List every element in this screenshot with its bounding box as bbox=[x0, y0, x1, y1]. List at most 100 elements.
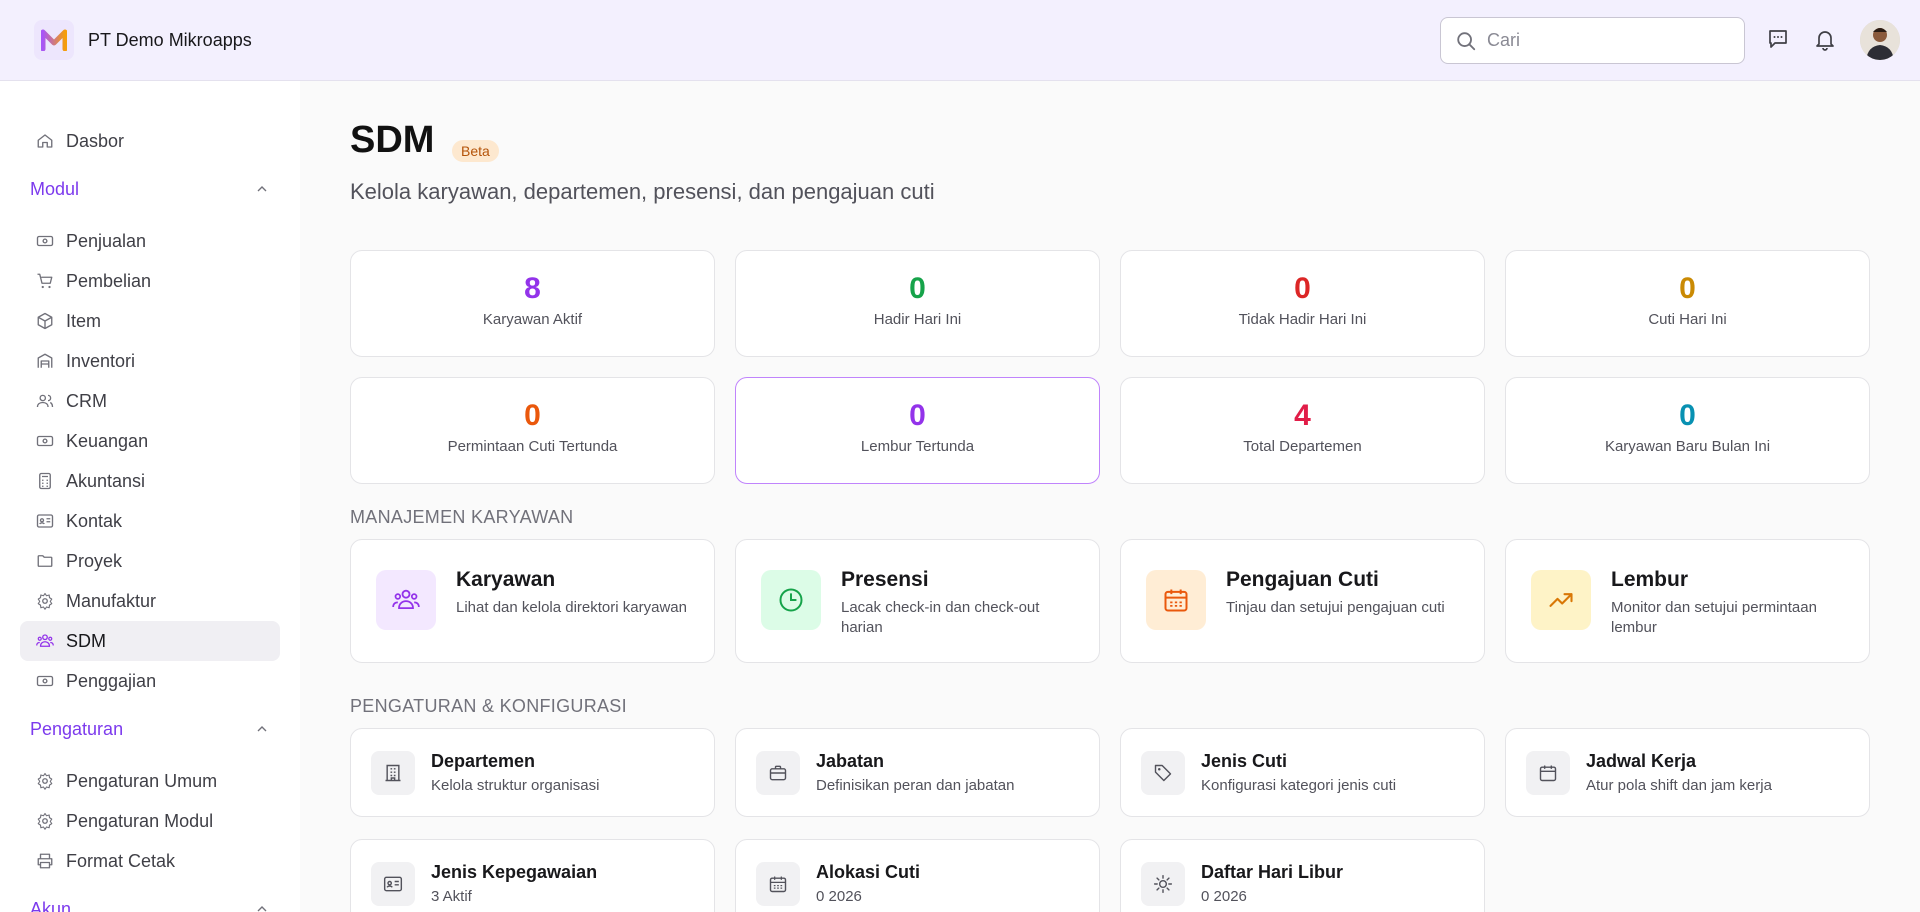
main-content: SDM Beta Kelola karyawan, departemen, pr… bbox=[300, 81, 1920, 912]
config-card-jabatan[interactable]: Jabatan Definisikan peran dan jabatan bbox=[735, 728, 1100, 817]
stat-value: 0 bbox=[1294, 272, 1311, 305]
config-card-jenis-cuti[interactable]: Jenis Cuti Konfigurasi kategori jenis cu… bbox=[1120, 728, 1485, 817]
stat-label: Cuti Hari Ini bbox=[1648, 311, 1727, 328]
card-pengajuan-cuti[interactable]: Pengajuan Cuti Tinjau dan setujui pengaj… bbox=[1120, 539, 1485, 663]
sidebar-item-label: Proyek bbox=[66, 550, 123, 571]
card-description: Konfigurasi kategori jenis cuti bbox=[1201, 777, 1397, 794]
card-description: Atur pola shift dan jam kerja bbox=[1586, 777, 1772, 794]
user-avatar[interactable] bbox=[1860, 20, 1900, 60]
card-description: Lacak check-in dan check-out harian bbox=[841, 599, 1040, 636]
stat-label: Tidak Hadir Hari Ini bbox=[1238, 311, 1367, 328]
sidebar-item-label: Pembelian bbox=[66, 270, 152, 291]
card-presensi[interactable]: Presensi Lacak check-in dan check-out ha… bbox=[735, 539, 1100, 663]
sidebar-item-label: CRM bbox=[66, 390, 107, 411]
card-title: Alokasi Cuti bbox=[816, 862, 921, 882]
page-title: SDM bbox=[350, 119, 435, 161]
config-card-daftar-hari-libur[interactable]: Daftar Hari Libur 0 2026 bbox=[1120, 839, 1485, 912]
cart-icon bbox=[34, 270, 56, 292]
company-logo[interactable] bbox=[34, 20, 74, 60]
sidebar-item-crm[interactable]: CRM bbox=[20, 381, 280, 421]
config-card-alokasi-cuti[interactable]: Alokasi Cuti 0 2026 bbox=[735, 839, 1100, 912]
search-icon bbox=[1457, 31, 1476, 50]
stat-card-karyawan-aktif[interactable]: 8 Karyawan Aktif bbox=[350, 250, 715, 357]
config-card-jenis-kepegawaian[interactable]: Jenis Kepegawaian 3 Aktif bbox=[350, 839, 715, 912]
printer-icon bbox=[34, 850, 56, 872]
stat-card-cuti-hari-ini[interactable]: 0 Cuti Hari Ini bbox=[1505, 250, 1870, 357]
card-karyawan[interactable]: Karyawan Lihat dan kelola direktori kary… bbox=[350, 539, 715, 663]
search-input[interactable] bbox=[1487, 30, 1727, 51]
calendar-icon bbox=[1526, 751, 1570, 795]
sidebar-item-label: Penggajian bbox=[66, 670, 157, 691]
stat-label: Total Departemen bbox=[1243, 438, 1362, 455]
section-label: Akun bbox=[30, 898, 72, 912]
users-icon bbox=[34, 390, 56, 412]
card-description: Tinjau dan setujui pengajuan cuti bbox=[1226, 599, 1445, 616]
config-card-departemen[interactable]: Departemen Kelola struktur organisasi bbox=[350, 728, 715, 817]
card-title: Daftar Hari Libur bbox=[1201, 862, 1344, 882]
sidebar-item-proyek[interactable]: Proyek bbox=[20, 541, 280, 581]
card-title: Karyawan bbox=[456, 568, 556, 591]
logo-m-icon bbox=[41, 29, 67, 51]
notification-button[interactable] bbox=[1812, 26, 1838, 52]
gear-icon bbox=[34, 810, 56, 832]
card-description: Lihat dan kelola direktori karyawan bbox=[456, 599, 687, 616]
sidebar: Dasbor Modul Penjualan Pembelian Item In… bbox=[0, 81, 300, 912]
team-icon bbox=[376, 570, 436, 630]
sun-icon bbox=[1141, 862, 1185, 906]
sidebar-item-label: SDM bbox=[66, 630, 106, 651]
sidebar-item-inventori[interactable]: Inventori bbox=[20, 341, 280, 381]
card-lembur[interactable]: Lembur Monitor dan setujui permintaan le… bbox=[1505, 539, 1870, 663]
home-icon bbox=[34, 130, 56, 152]
sidebar-section-modul[interactable]: Modul bbox=[30, 174, 270, 204]
sidebar-item-pembelian[interactable]: Pembelian bbox=[20, 261, 280, 301]
chevron-up-icon bbox=[257, 186, 267, 192]
search-box[interactable] bbox=[1440, 17, 1745, 64]
sidebar-item-format-cetak[interactable]: Format Cetak bbox=[20, 841, 280, 881]
clock-icon bbox=[761, 570, 821, 630]
stat-value: 4 bbox=[1294, 399, 1311, 432]
sidebar-item-pengaturan-umum[interactable]: Pengaturan Umum bbox=[20, 761, 280, 801]
stat-card-tidak-hadir[interactable]: 0 Tidak Hadir Hari Ini bbox=[1120, 250, 1485, 357]
stat-card-hadir-hari-ini[interactable]: 0 Hadir Hari Ini bbox=[735, 250, 1100, 357]
sidebar-item-label: Kontak bbox=[66, 510, 123, 531]
card-description: Kelola struktur organisasi bbox=[431, 777, 600, 794]
sidebar-item-item[interactable]: Item bbox=[20, 301, 280, 341]
avatar-image bbox=[1860, 20, 1900, 60]
company-name[interactable]: PT Demo Mikroapps bbox=[88, 30, 252, 51]
card-description: Monitor dan setujui permintaan lembur bbox=[1611, 599, 1817, 636]
stat-value: 0 bbox=[909, 272, 926, 305]
card-title: Jenis Kepegawaian bbox=[431, 862, 598, 882]
stat-label: Karyawan Aktif bbox=[482, 311, 583, 328]
bell-icon bbox=[1816, 31, 1834, 51]
message-icon bbox=[1769, 30, 1787, 48]
sidebar-item-penggajian[interactable]: Penggajian bbox=[20, 661, 280, 701]
section-title-manajemen: MANAJEMEN KARYAWAN bbox=[350, 507, 574, 527]
stat-card-permintaan-cuti[interactable]: 0 Permintaan Cuti Tertunda bbox=[350, 377, 715, 484]
sidebar-item-akuntansi[interactable]: Akuntansi bbox=[20, 461, 280, 501]
banknote-icon bbox=[34, 430, 56, 452]
sidebar-item-label: Format Cetak bbox=[66, 850, 176, 871]
sidebar-section-akun[interactable]: Akun bbox=[30, 894, 270, 912]
stat-card-total-departemen[interactable]: 4 Total Departemen bbox=[1120, 377, 1485, 484]
sidebar-item-label: Pengaturan Umum bbox=[66, 770, 218, 791]
sidebar-item-kontak[interactable]: Kontak bbox=[20, 501, 280, 541]
section-label: Modul bbox=[30, 178, 80, 199]
stat-value: 0 bbox=[1679, 272, 1696, 305]
sidebar-item-label: Keuangan bbox=[66, 430, 149, 451]
sidebar-section-pengaturan[interactable]: Pengaturan bbox=[30, 714, 270, 744]
sidebar-item-manufaktur[interactable]: Manufaktur bbox=[20, 581, 280, 621]
section-label: Pengaturan bbox=[30, 718, 124, 739]
sidebar-item-label: Item bbox=[66, 310, 102, 331]
stat-card-karyawan-baru[interactable]: 0 Karyawan Baru Bulan Ini bbox=[1505, 377, 1870, 484]
stat-card-lembur-tertunda[interactable]: 0 Lembur Tertunda bbox=[735, 377, 1100, 484]
sidebar-item-keuangan[interactable]: Keuangan bbox=[20, 421, 280, 461]
card-title: Jadwal Kerja bbox=[1586, 751, 1697, 771]
config-card-jadwal-kerja[interactable]: Jadwal Kerja Atur pola shift dan jam ker… bbox=[1505, 728, 1870, 817]
sidebar-item-dasbor[interactable]: Dasbor bbox=[20, 121, 280, 161]
calendar-grid-icon bbox=[756, 862, 800, 906]
sidebar-item-sdm[interactable]: SDM bbox=[20, 621, 280, 661]
sidebar-item-penjualan[interactable]: Penjualan bbox=[20, 221, 280, 261]
stat-value: 8 bbox=[524, 272, 541, 305]
sidebar-item-pengaturan-modul[interactable]: Pengaturan Modul bbox=[20, 801, 280, 841]
chat-button[interactable] bbox=[1765, 26, 1791, 52]
